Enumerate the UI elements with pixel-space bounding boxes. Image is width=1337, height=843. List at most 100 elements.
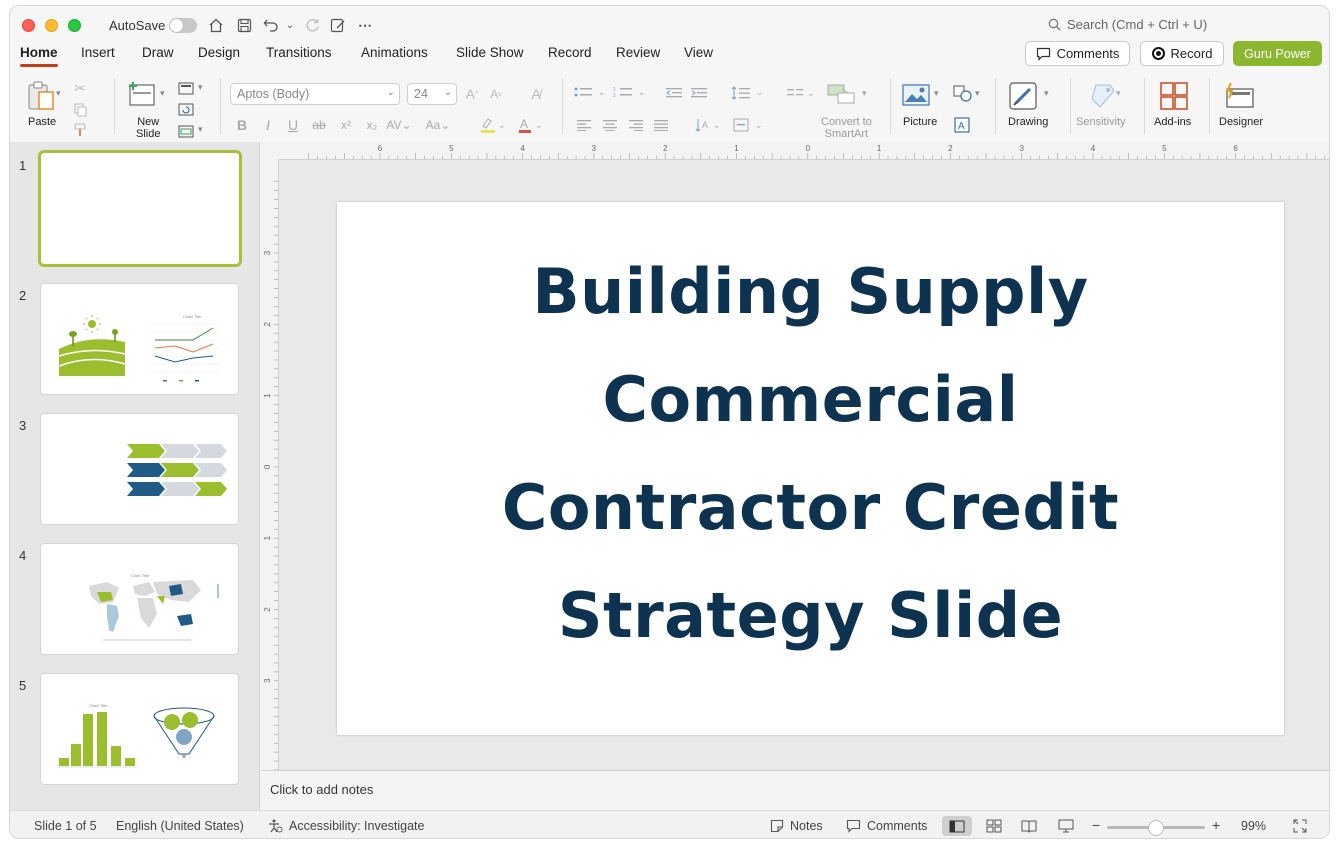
superscript-icon[interactable]: x²	[337, 116, 355, 134]
font-name-select[interactable]: Aptos (Body) ⌄	[230, 83, 400, 105]
notes-toggle-button[interactable]: Notes	[770, 819, 823, 833]
text-box-icon[interactable]: A	[952, 116, 972, 134]
shapes-icon[interactable]	[952, 84, 974, 104]
comments-toggle-button[interactable]: Comments	[846, 819, 927, 833]
tab-insert[interactable]: Insert	[81, 44, 115, 60]
home-icon[interactable]	[206, 15, 226, 35]
highlight-icon[interactable]: ⌄	[478, 116, 506, 134]
tab-home[interactable]: Home	[20, 44, 58, 67]
smartart-dropdown-icon[interactable]: ▾	[862, 88, 867, 99]
font-color-icon[interactable]: A ⌄	[516, 116, 544, 134]
font-size-select[interactable]: 24 ⌄	[407, 83, 457, 105]
slide-show-button[interactable]	[1051, 816, 1081, 836]
autosave-toggle[interactable]	[169, 18, 197, 33]
increase-indent-icon[interactable]	[690, 84, 708, 102]
zoom-in-button[interactable]: +	[1212, 817, 1220, 833]
close-window-button[interactable]	[22, 19, 35, 32]
bullets-icon[interactable]: ⌄	[572, 84, 608, 102]
customize-toolbar-icon[interactable]	[328, 15, 348, 35]
minimize-window-button[interactable]	[45, 19, 58, 32]
copy-icon[interactable]	[72, 102, 88, 118]
text-direction-icon[interactable]: A ⌄	[694, 116, 724, 134]
drawing-icon[interactable]	[1007, 80, 1041, 112]
tab-animations[interactable]: Animations	[361, 44, 428, 60]
italic-icon[interactable]: I	[260, 116, 276, 134]
character-spacing-icon[interactable]: AV⌄	[386, 116, 411, 134]
zoom-slider-handle[interactable]	[1148, 820, 1164, 836]
align-right-icon[interactable]	[628, 116, 644, 134]
strikethrough-icon[interactable]: ab	[310, 116, 328, 134]
search-box[interactable]: Search (Cmd + Ctrl + U)	[1048, 17, 1207, 32]
align-text-icon[interactable]: ⌄	[732, 116, 766, 134]
sensitivity-icon[interactable]	[1086, 80, 1120, 112]
designer-icon[interactable]	[1222, 80, 1256, 112]
slide-thumbnail-2[interactable]: Chart Title	[40, 283, 239, 395]
shapes-dropdown-icon[interactable]: ▾	[975, 88, 980, 99]
layout-dropdown-icon[interactable]: ▾	[198, 82, 203, 93]
new-slide-dropdown-icon[interactable]: ▾	[160, 88, 165, 99]
line-spacing-icon[interactable]: ⌄	[730, 84, 766, 102]
new-slide-icon[interactable]	[127, 78, 157, 108]
notes-pane[interactable]: Click to add notes	[261, 770, 1329, 810]
guru-power-button[interactable]: Guru Power	[1233, 41, 1322, 66]
fit-to-window-button[interactable]	[1285, 816, 1315, 836]
language-status[interactable]: English (United States)	[116, 819, 244, 833]
vertical-ruler[interactable]: 3 2 1 0 1 2 3	[261, 160, 279, 771]
slide-thumbnail-5[interactable]: Chart Title	[40, 673, 239, 785]
layout-icon[interactable]	[177, 80, 195, 96]
align-center-icon[interactable]	[602, 116, 618, 134]
add-ins-icon[interactable]	[1157, 80, 1191, 112]
cut-icon[interactable]: ✂	[72, 80, 88, 96]
zoom-window-button[interactable]	[68, 19, 81, 32]
redo-icon[interactable]	[302, 15, 322, 35]
current-slide[interactable]: Building Supply Commercial Contractor Cr…	[337, 202, 1284, 735]
tab-design[interactable]: Design	[198, 44, 240, 60]
slide-sorter-button[interactable]	[979, 816, 1009, 836]
section-dropdown-icon[interactable]: ▾	[198, 124, 203, 135]
bold-icon[interactable]: B	[234, 116, 250, 134]
decrease-indent-icon[interactable]	[665, 84, 683, 102]
zoom-out-button[interactable]: −	[1092, 817, 1100, 833]
tab-draw[interactable]: Draw	[142, 44, 174, 60]
underline-icon[interactable]: U	[285, 116, 301, 134]
tab-view[interactable]: View	[684, 44, 713, 60]
slide-thumbnail-4[interactable]: Chart Title	[40, 543, 239, 655]
tab-slide-show[interactable]: Slide Show	[456, 44, 524, 60]
paste-icon[interactable]	[24, 78, 58, 114]
align-left-icon[interactable]	[576, 116, 592, 134]
picture-icon[interactable]	[901, 82, 931, 108]
comments-button[interactable]: Comments	[1025, 41, 1130, 66]
reset-slide-icon[interactable]	[177, 101, 195, 117]
horizontal-ruler[interactable]: 6 5 4 3 2 1 0 1 2 3 4 5 6	[279, 142, 1329, 160]
slide-title[interactable]: Building Supply Commercial Contractor Cr…	[457, 238, 1164, 670]
clear-formatting-icon[interactable]: A̸	[526, 84, 546, 104]
columns-icon[interactable]: ⌄	[786, 84, 816, 102]
reading-view-button[interactable]	[1014, 816, 1044, 836]
save-icon[interactable]	[234, 15, 254, 35]
slide-editor[interactable]: 6 5 4 3 2 1 0 1 2 3 4 5 6 3 2 1 0 1 2 3 Building Supply Co…	[261, 142, 1329, 771]
slide-thumbnail-1[interactable]	[38, 150, 242, 267]
section-icon[interactable]	[177, 123, 195, 139]
zoom-level[interactable]: 99%	[1241, 819, 1266, 833]
slide-thumbnail-3[interactable]	[40, 413, 239, 525]
accessibility-status[interactable]: Accessibility: Investigate	[268, 819, 424, 833]
picture-dropdown-icon[interactable]: ▾	[934, 88, 939, 99]
sensitivity-dropdown-icon[interactable]: ▾	[1116, 88, 1121, 99]
decrease-font-icon[interactable]: Av	[486, 84, 506, 104]
numbering-icon[interactable]: 1 2 ⌄	[612, 84, 648, 102]
smartart-icon[interactable]	[825, 82, 859, 108]
undo-icon[interactable]	[261, 15, 281, 35]
tab-transitions[interactable]: Transitions	[266, 44, 332, 60]
increase-font-icon[interactable]: A ^	[462, 84, 482, 104]
change-case-icon[interactable]: Aa⌄	[424, 116, 452, 134]
tab-review[interactable]: Review	[616, 44, 660, 60]
drawing-dropdown-icon[interactable]: ▾	[1044, 88, 1049, 99]
format-painter-icon[interactable]	[72, 122, 88, 138]
paste-dropdown-icon[interactable]: ▾	[56, 88, 61, 99]
undo-dropdown-icon[interactable]: ⌄	[280, 15, 300, 35]
normal-view-button[interactable]	[942, 816, 972, 836]
slide-thumbnails-pane[interactable]: 1 2 Chart Title 3 4 Chart Title 5 Chart …	[10, 142, 260, 810]
record-button[interactable]: Record	[1140, 41, 1224, 66]
more-icon[interactable]: ⋯	[355, 15, 375, 35]
tab-record[interactable]: Record	[548, 44, 592, 60]
